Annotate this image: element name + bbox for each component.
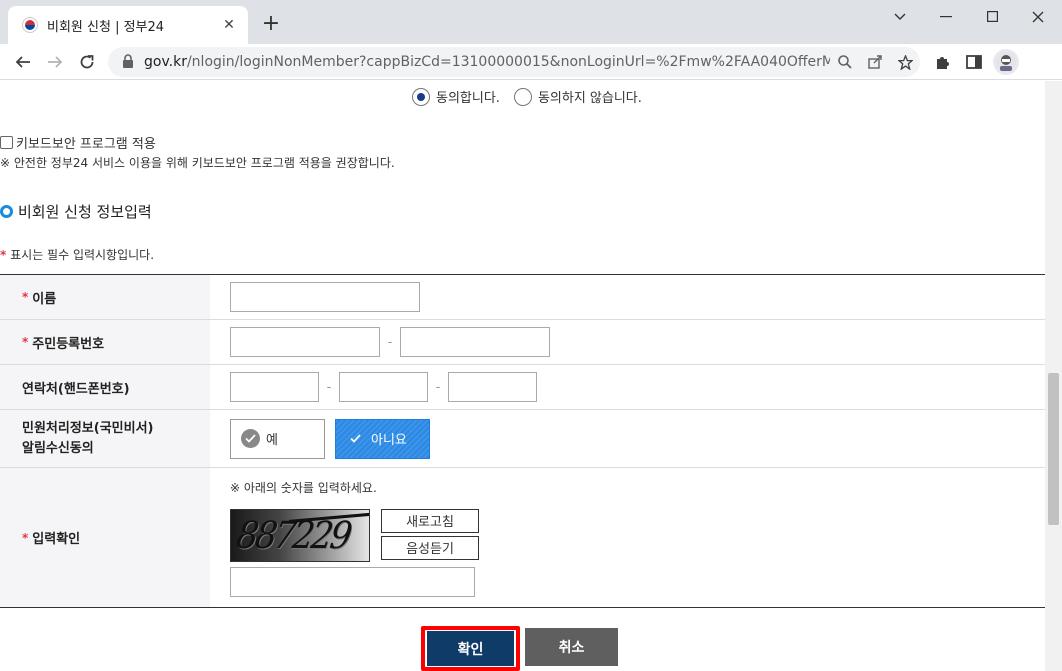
phone-part1-input[interactable] — [230, 372, 319, 402]
section-bullet-icon — [0, 205, 13, 218]
browser-toolbar: gov.kr/nlogin/loginNonMember?cappBizCd=1… — [0, 44, 1062, 80]
checkmark-icon — [241, 429, 260, 448]
required-star-icon: * — [22, 290, 29, 304]
maximize-icon[interactable] — [972, 4, 1012, 28]
agree-radio-label[interactable]: 동의합니다. — [436, 87, 500, 106]
disagree-radio-label[interactable]: 동의하지 않습니다. — [538, 87, 642, 106]
tab-close-icon[interactable]: ✕ — [220, 17, 238, 33]
keyboard-security-note: ※ 안전한 정부24 서비스 이용을 위해 키보드보안 프로그램 적용을 권장합… — [0, 156, 395, 170]
required-star-icon: * — [0, 248, 7, 262]
browser-tab[interactable]: 비회원 신청 | 정부24 ✕ — [8, 6, 248, 44]
keyboard-security-option: 키보드보안 프로그램 적용 — [0, 133, 156, 152]
required-star-icon: * — [22, 335, 29, 349]
phone-part3-input[interactable] — [448, 372, 537, 402]
minimize-icon[interactable] — [926, 4, 966, 28]
notification-consent-label: 민원처리정보(국민비서) 알림수신동의 — [0, 410, 210, 467]
section-title: 비회원 신청 정보입력 — [0, 201, 152, 222]
scrollbar-thumb[interactable] — [1048, 373, 1059, 525]
rrn-dash: - — [387, 334, 393, 350]
share-icon[interactable] — [860, 47, 890, 77]
captcha-refresh-button[interactable]: 새로고침 — [381, 508, 479, 533]
phone-label: 연락처(핸드폰번호) — [0, 365, 210, 409]
lock-icon[interactable] — [122, 53, 134, 72]
agree-radio[interactable] — [412, 87, 430, 106]
notify-yes-button[interactable]: 예 — [230, 418, 325, 459]
rrn-back-input[interactable] — [400, 327, 550, 357]
keyboard-security-label[interactable]: 키보드보안 프로그램 적용 — [16, 133, 156, 152]
phone-dash: - — [326, 379, 332, 395]
applicant-form: * 이름 * 주민등록번호 - 연락처(핸드폰번호) - - 민원처리정보(국민… — [0, 274, 1045, 608]
confirm-button[interactable]: 확인 — [427, 631, 514, 666]
new-tab-icon[interactable]: + — [258, 12, 284, 38]
side-panel-icon[interactable] — [961, 49, 987, 75]
captcha-audio-button[interactable]: 음성듣기 — [381, 535, 479, 560]
phone-part2-input[interactable] — [339, 372, 428, 402]
extensions-puzzle-icon[interactable] — [929, 49, 955, 75]
captcha-note: ※ 아래의 숫자를 입력하세요. — [230, 480, 377, 495]
section-title-text: 비회원 신청 정보입력 — [18, 203, 152, 221]
profile-avatar-icon[interactable] — [993, 49, 1019, 75]
form-actions: 확인 취소 — [0, 626, 1045, 671]
back-arrow-icon[interactable] — [10, 49, 36, 75]
required-star-icon: * — [22, 530, 29, 545]
keyboard-security-checkbox[interactable] — [0, 136, 13, 149]
address-bar[interactable]: gov.kr/nlogin/loginNonMember?cappBizCd=1… — [108, 47, 920, 77]
privacy-consent-group: 동의합니다. 동의하지 않습니다. — [412, 87, 656, 106]
tab-title: 비회원 신청 | 정부24 — [47, 19, 165, 35]
tab-search-chevron-icon[interactable] — [880, 4, 920, 28]
phone-row: 연락처(핸드폰번호) - - — [0, 365, 1045, 410]
window-close-icon[interactable] — [1018, 4, 1058, 28]
phone-dash: - — [435, 379, 441, 395]
checkmark-icon — [346, 429, 365, 448]
captcha-row: * 입력확인 ※ 아래의 숫자를 입력하세요. 887229 새로고침 음성듣기 — [0, 468, 1045, 608]
captcha-label: * 입력확인 — [0, 468, 210, 607]
reload-icon[interactable] — [74, 49, 100, 75]
page-content: 동의합니다. 동의하지 않습니다. 키보드보안 프로그램 적용 ※ 안전한 정부… — [0, 81, 1045, 671]
required-note: * 표시는 필수 입력시항입니다. — [0, 248, 155, 262]
disagree-radio[interactable] — [513, 87, 532, 106]
browser-tab-bar: 비회원 신청 | 정부24 ✕ + — [0, 0, 1062, 44]
captcha-input[interactable] — [230, 566, 475, 597]
rrn-row: * 주민등록번호 - — [0, 320, 1045, 365]
url-text: gov.kr/nlogin/loginNonMember?cappBizCd=1… — [144, 54, 830, 70]
rrn-label: * 주민등록번호 — [0, 320, 210, 364]
forward-arrow-icon[interactable] — [42, 49, 68, 75]
notification-consent-row: 민원처리정보(국민비서) 알림수신동의 예 아니요 — [0, 410, 1045, 468]
cancel-button[interactable]: 취소 — [525, 628, 618, 666]
captcha-image: 887229 — [230, 508, 370, 562]
taegeuk-favicon-icon — [22, 17, 38, 33]
page-scrollbar[interactable] — [1045, 81, 1062, 671]
rrn-front-input[interactable] — [230, 327, 380, 357]
notify-no-button[interactable]: 아니요 — [335, 418, 430, 459]
bookmark-star-icon[interactable] — [890, 47, 920, 77]
name-input[interactable] — [230, 282, 420, 312]
name-row: * 이름 — [0, 275, 1045, 320]
name-label: * 이름 — [0, 275, 210, 319]
zoom-search-icon[interactable] — [830, 47, 860, 77]
